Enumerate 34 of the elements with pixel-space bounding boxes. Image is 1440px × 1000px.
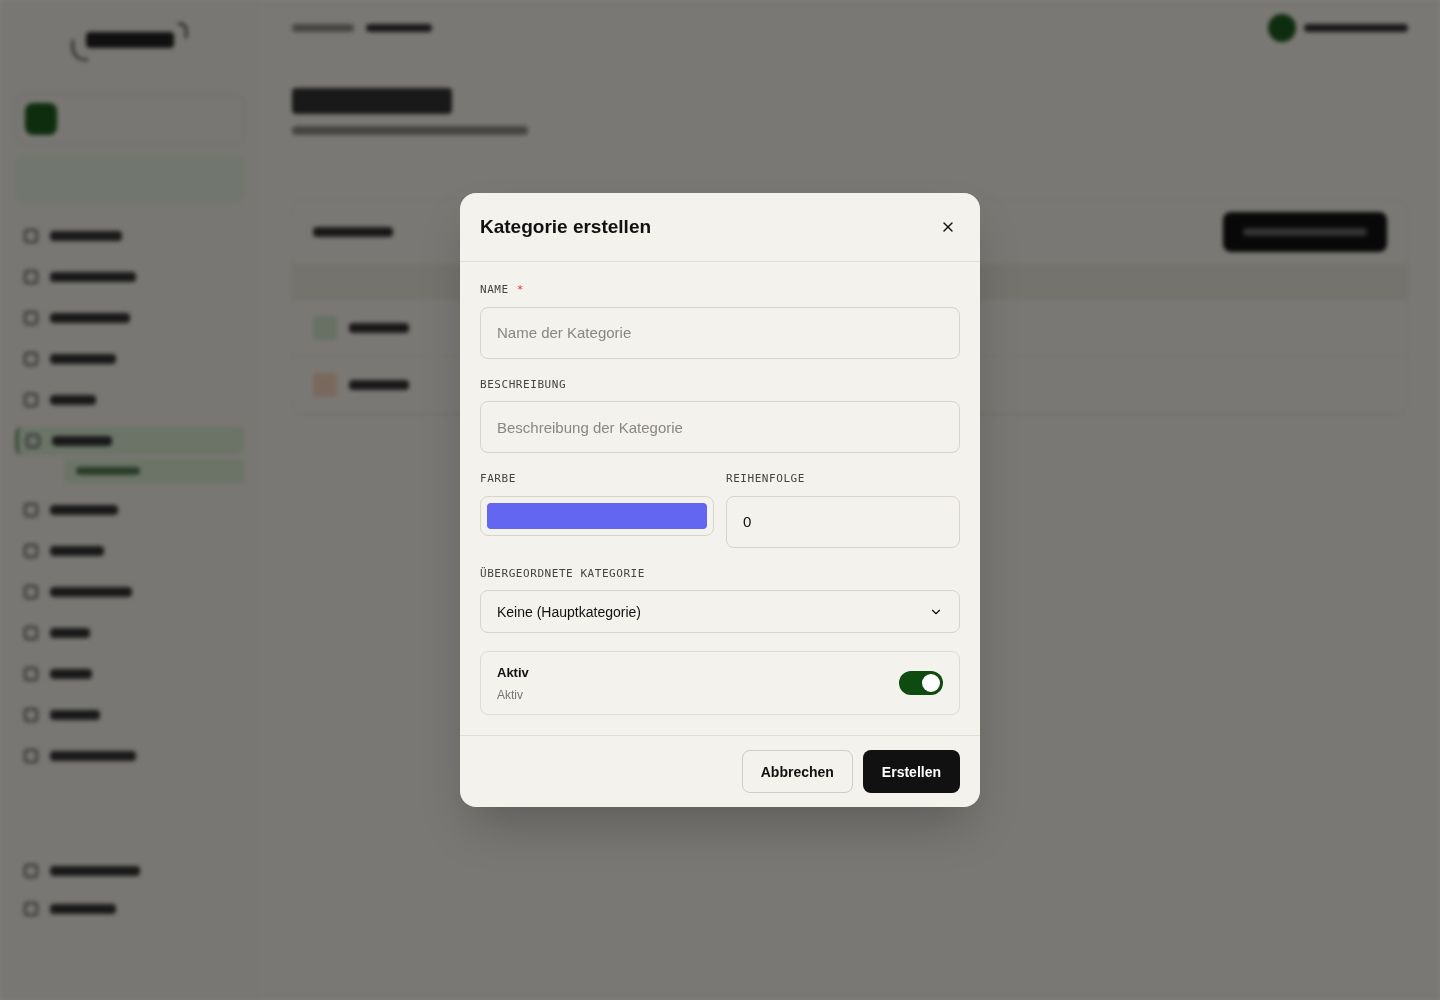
blurred-text bbox=[292, 24, 354, 32]
blurred-text bbox=[366, 24, 432, 32]
blurred-text bbox=[50, 231, 122, 241]
avatar[interactable] bbox=[1268, 14, 1296, 42]
blurred-text bbox=[349, 323, 409, 333]
color-picker[interactable] bbox=[480, 495, 714, 536]
field-label: NAME bbox=[480, 282, 509, 298]
toggle-description: Aktiv bbox=[497, 686, 524, 703]
required-mark: * bbox=[516, 282, 524, 298]
blurred-text bbox=[50, 904, 116, 914]
field-label: REIHENFOLGE bbox=[726, 471, 806, 487]
blurred-text bbox=[50, 628, 90, 638]
number-field[interactable]: 0 bbox=[726, 495, 960, 548]
input-field[interactable]: Beschreibung der Kategorie bbox=[480, 401, 960, 453]
blurred-text bbox=[349, 380, 409, 390]
toggle-switch[interactable] bbox=[899, 671, 943, 695]
field-label: ÜBERGEORDNETE KATEGORIE bbox=[480, 565, 646, 582]
blurred-text bbox=[50, 505, 118, 515]
organization-card[interactable] bbox=[16, 94, 244, 144]
blurred-text bbox=[52, 436, 112, 446]
blurred-text bbox=[50, 546, 104, 556]
toggle-title: Aktiv bbox=[497, 664, 529, 683]
cancel-button[interactable]: Abbrechen bbox=[741, 750, 853, 793]
field-label: FARBE bbox=[480, 471, 517, 487]
input-field[interactable]: Name der Kategorie bbox=[480, 306, 960, 359]
submit-button[interactable]: Erstellen bbox=[862, 750, 960, 793]
blurred-text bbox=[50, 710, 100, 720]
sidebar-subitem[interactable] bbox=[64, 459, 244, 483]
dialog-title: Kategorie erstellen bbox=[480, 214, 652, 239]
blurred-text bbox=[50, 354, 116, 364]
select-field[interactable]: Keine (Hauptkategorie) bbox=[480, 590, 960, 633]
blurred-text bbox=[50, 669, 92, 679]
blurred-text bbox=[50, 395, 96, 405]
field-label: BESCHREIBUNG bbox=[480, 376, 567, 393]
